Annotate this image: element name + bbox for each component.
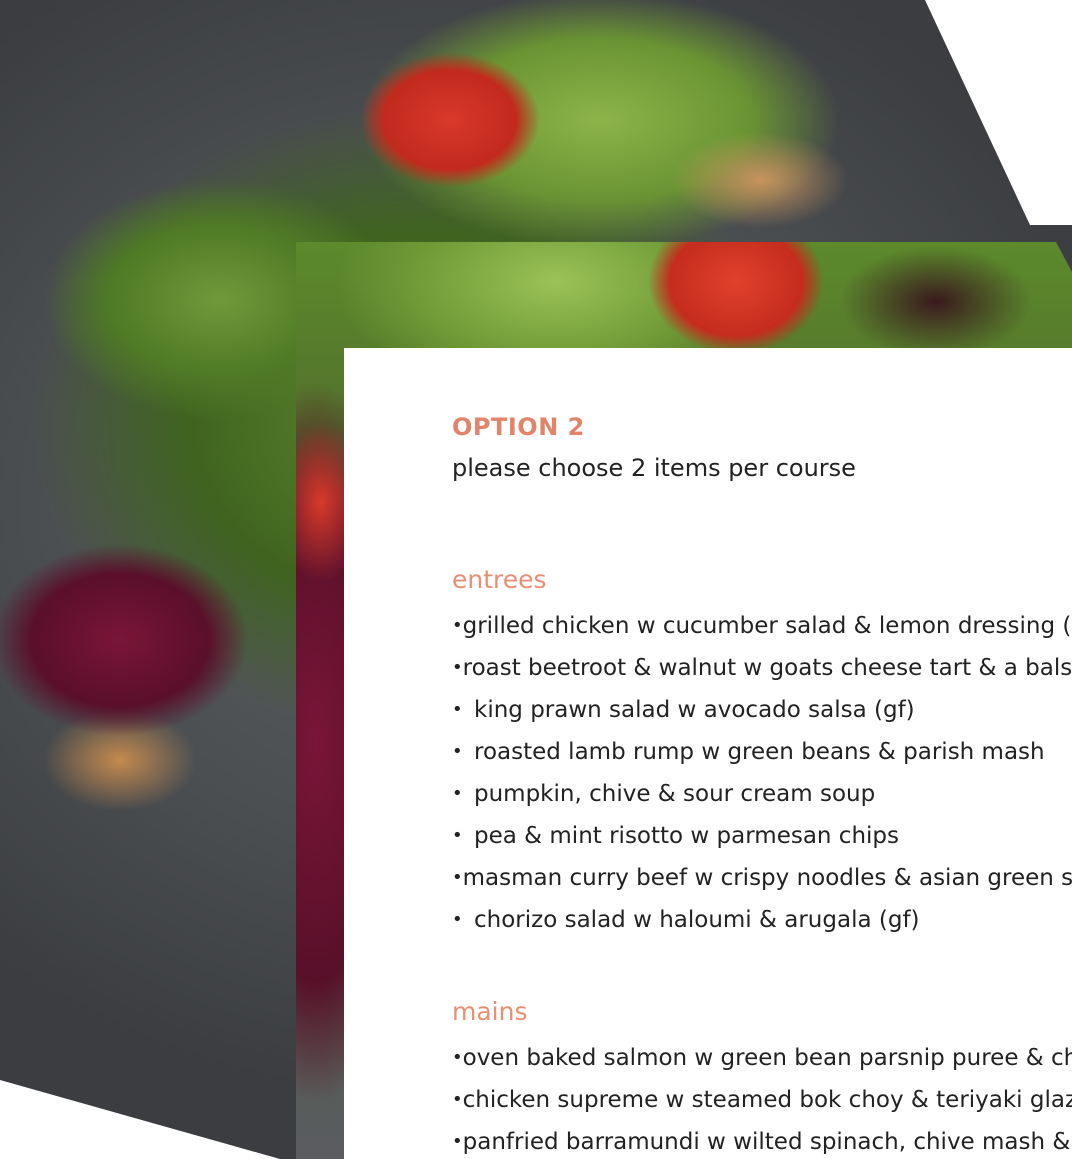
bullet-icon: • — [452, 783, 463, 804]
bullet-icon: • — [452, 699, 463, 720]
list-item: • pea & mint risotto w parmesan chips — [452, 815, 1072, 857]
entrees-list: • grilled chicken w cucumber salad & lemo… — [452, 605, 1072, 941]
bullet-icon: • — [452, 1131, 463, 1152]
section-heading-entrees: entrees — [452, 565, 547, 594]
bullet-icon: • — [452, 1047, 463, 1068]
list-item: • panfried barramundi w wilted spinach, c… — [452, 1121, 1072, 1159]
option-subtitle: please choose 2 items per course — [452, 454, 856, 482]
bullet-icon: • — [452, 825, 463, 846]
bullet-icon: • — [452, 1089, 463, 1110]
menu-content: OPTION 2 please choose 2 items per cours… — [452, 408, 1072, 1159]
list-item: • chorizo salad w haloumi & arugala (gf) — [452, 899, 1072, 941]
list-item: • pumpkin, chive & sour cream soup — [452, 773, 1072, 815]
list-item: • roasted lamb rump w green beans & paris… — [452, 731, 1072, 773]
list-item: • king prawn salad w avocado salsa (gf) — [452, 689, 1072, 731]
mains-list: • oven baked salmon w green bean parsnip … — [452, 1037, 1072, 1159]
bullet-icon: • — [452, 741, 463, 762]
bullet-icon: • — [452, 909, 463, 930]
option-title: OPTION 2 — [452, 413, 585, 441]
bullet-icon: • — [452, 867, 463, 888]
list-item: • chicken supreme w steamed bok choy & te… — [452, 1079, 1072, 1121]
list-item: • oven baked salmon w green bean parsnip … — [452, 1037, 1072, 1079]
menu-card: OPTION 2 please choose 2 items per cours… — [344, 348, 1072, 1159]
section-heading-mains: mains — [452, 997, 528, 1026]
list-item: • grilled chicken w cucumber salad & lemo… — [452, 605, 1072, 647]
bullet-icon: • — [452, 657, 463, 678]
bullet-icon: • — [452, 615, 463, 636]
list-item: • roast beetroot & walnut w goats cheese … — [452, 647, 1072, 689]
list-item: • masman curry beef w crispy noodles & as… — [452, 857, 1072, 899]
